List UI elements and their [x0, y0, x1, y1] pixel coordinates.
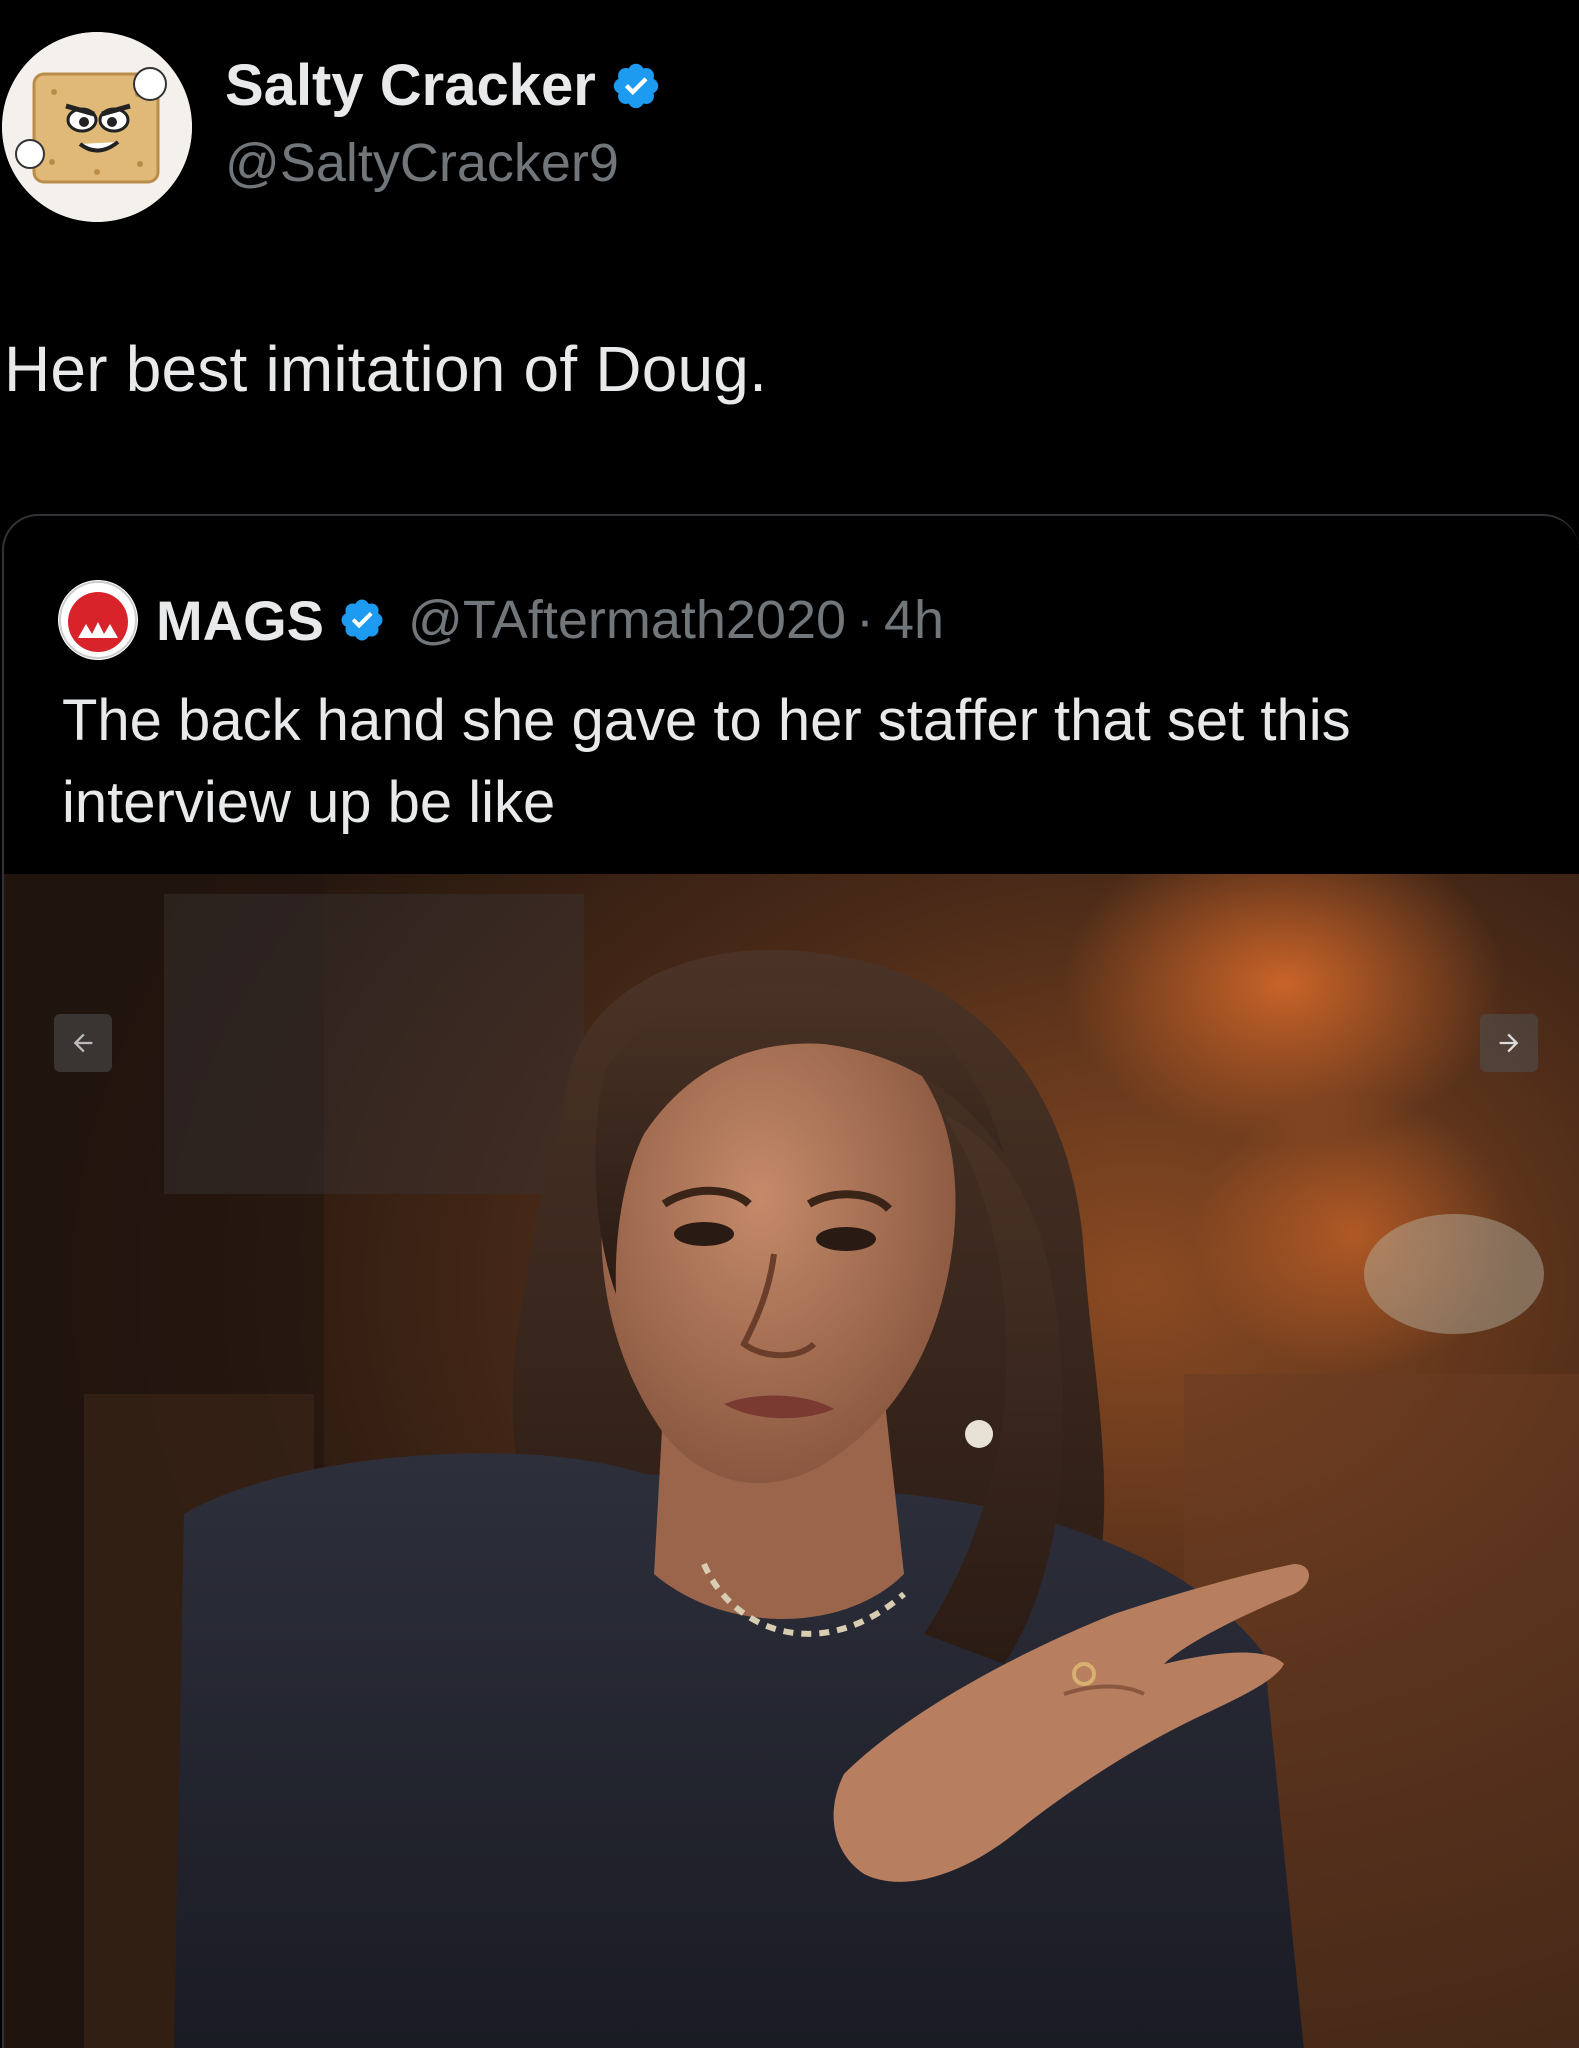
quoted-media-image[interactable] — [4, 874, 1579, 2048]
author-name-row[interactable]: Salty Cracker — [225, 52, 662, 119]
quoted-author-name[interactable]: MAGS — [156, 588, 324, 653]
author-avatar[interactable] — [2, 32, 192, 222]
quoted-avatar[interactable] — [58, 580, 138, 660]
author-name[interactable]: Salty Cracker — [225, 52, 596, 119]
arrow-right-icon — [1499, 1033, 1519, 1053]
tweet-text: Her best imitation of Doug. — [4, 333, 768, 405]
previous-media-button[interactable] — [54, 1014, 112, 1072]
tweet: Salty Cracker @SaltyCracker9 Her best im… — [0, 0, 1579, 2048]
next-media-button[interactable] — [1480, 1014, 1538, 1072]
quoted-author-handle[interactable]: @TAftermath2020 — [408, 589, 846, 651]
quoted-tweet-header: MAGS @TAftermath2020 · 4h — [58, 580, 944, 660]
author-handle[interactable]: @SaltyCracker9 — [225, 132, 619, 194]
verified-badge-icon — [613, 63, 659, 108]
quoted-tweet-text: The back hand she gave to her staffer th… — [62, 688, 1351, 835]
separator-dot: · — [856, 590, 874, 650]
arrow-left-icon — [73, 1033, 93, 1053]
quoted-tweet-card[interactable]: MAGS @TAftermath2020 · 4h The back hand … — [2, 514, 1579, 2048]
verified-badge-icon — [341, 599, 383, 641]
cracker-mascot-icon — [2, 32, 192, 222]
interview-photo — [4, 874, 1579, 2048]
mags-logo-icon — [59, 581, 137, 659]
quoted-timestamp[interactable]: 4h — [884, 589, 944, 651]
